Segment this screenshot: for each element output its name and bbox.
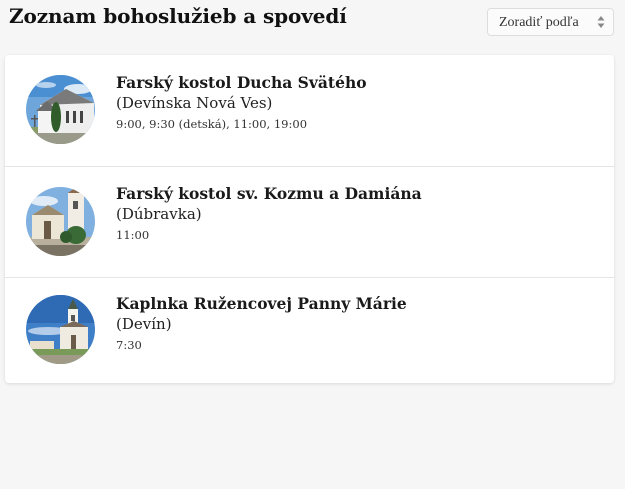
sort-select[interactable]: Zoradiť podľa [487, 8, 614, 36]
mass-times: 7:30 [116, 338, 142, 352]
church-photo-icon [26, 187, 95, 256]
church-list-item[interactable]: Kaplnka Ružencovej Panny Márie (Devín) 7… [5, 277, 614, 384]
mass-times: 9:00, 9:30 (detská), 11:00, 19:00 [116, 117, 308, 131]
church-list-item[interactable]: Farský kostol sv. Kozmu a Damiána (Dúbra… [5, 166, 614, 277]
church-list-item[interactable]: Farský kostol Ducha Svätého (Devínska No… [5, 55, 614, 165]
church-name: Farský kostol sv. Kozmu a Damiána [116, 184, 422, 203]
church-name: Farský kostol Ducha Svätého [116, 73, 367, 92]
mass-times: 11:00 [116, 228, 150, 242]
church-place: (Devínska Nová Ves) [116, 94, 273, 112]
church-photo-icon [26, 75, 95, 144]
page-title: Zoznam bohoslužieb a spovedí [9, 4, 347, 28]
sort-arrows-icon [597, 16, 605, 28]
church-place: (Dúbravka) [116, 205, 202, 223]
church-place: (Devín) [116, 315, 172, 333]
church-name: Kaplnka Ružencovej Panny Márie [116, 294, 407, 313]
header: Zoznam bohoslužieb a spovedí Zoradiť pod… [0, 0, 625, 44]
sort-select-label: Zoradiť podľa [499, 15, 579, 30]
chapel-photo-icon [26, 295, 95, 364]
church-list: Farský kostol Ducha Svätého (Devínska No… [5, 55, 614, 383]
